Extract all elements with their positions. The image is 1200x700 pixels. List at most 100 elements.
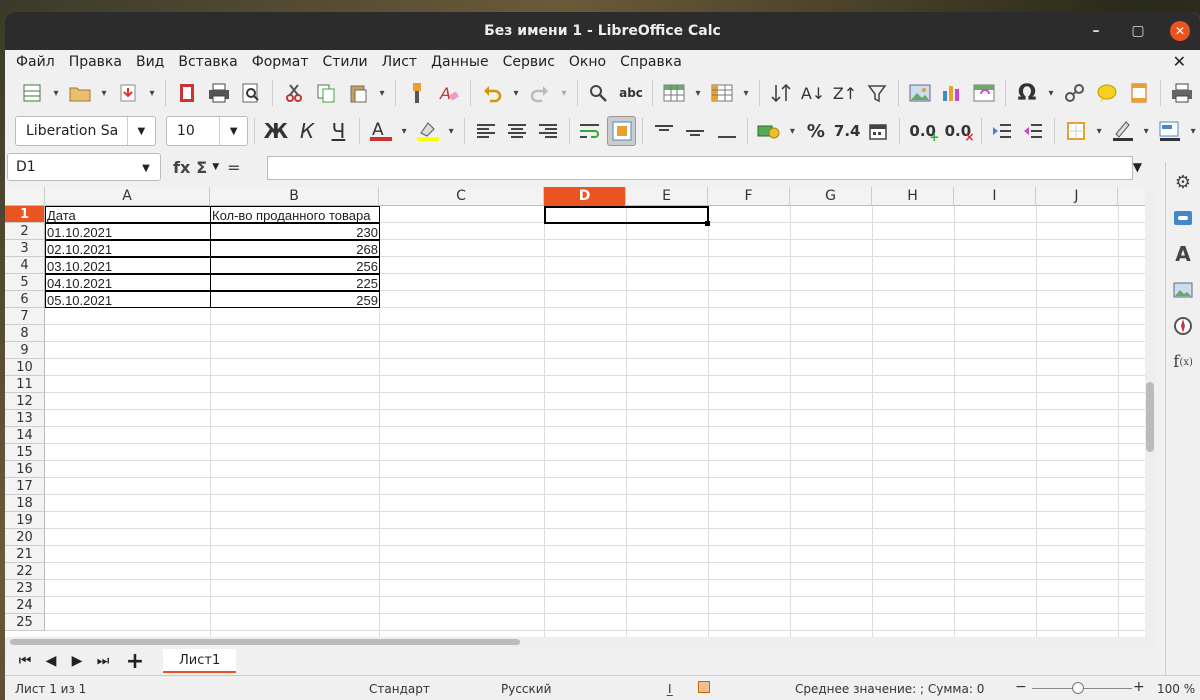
column-header-a[interactable]: A <box>45 187 210 206</box>
chevron-down-icon[interactable]: ▼ <box>126 117 155 145</box>
menu-view[interactable]: Вид <box>129 54 171 70</box>
cell-a5[interactable]: 04.10.2021 <box>45 274 211 291</box>
border-color-icon[interactable] <box>1108 116 1137 146</box>
zoom-level[interactable]: 100 % <box>1157 682 1195 696</box>
cell-b4[interactable]: 256 <box>210 257 380 274</box>
row-header-9[interactable]: 9 <box>5 342 45 359</box>
underline-button[interactable]: Ч <box>324 116 353 146</box>
row-header-2[interactable]: 2 <box>5 223 45 240</box>
chevron-down-icon[interactable]: ▾ <box>509 78 523 108</box>
gear-icon[interactable]: ⚙ <box>1169 168 1197 196</box>
chevron-down-icon[interactable]: ▾ <box>1092 116 1106 146</box>
comment-icon[interactable] <box>1092 78 1122 108</box>
maximize-button[interactable]: ▢ <box>1128 21 1148 41</box>
percent-button[interactable]: % <box>801 116 830 146</box>
spelling-icon[interactable]: abc <box>616 78 646 108</box>
sort-ascending-icon[interactable]: A↓ <box>798 78 828 108</box>
chevron-down-icon[interactable]: ▼ <box>132 154 160 182</box>
highlight-color-icon[interactable] <box>413 116 442 146</box>
chevron-down-icon[interactable]: ▼ <box>212 162 219 172</box>
font-name-box[interactable]: Liberation Sa ▼ <box>15 116 156 146</box>
cell-selection[interactable] <box>544 206 709 224</box>
delete-decimal-button[interactable]: 0.0 × <box>941 116 975 146</box>
fill-handle[interactable] <box>705 221 710 226</box>
sheet-tab-1[interactable]: Лист1 <box>163 649 237 673</box>
redo-icon[interactable] <box>525 78 555 108</box>
row-header-20[interactable]: 20 <box>5 529 45 546</box>
menu-data[interactable]: Данные <box>424 54 496 70</box>
zoom-slider-handle[interactable] <box>1072 682 1084 694</box>
align-middle-icon[interactable] <box>681 116 710 146</box>
currency-icon[interactable] <box>754 116 783 146</box>
cell-b1[interactable]: Кол-во проданного товара <box>210 206 380 223</box>
chevron-down-icon[interactable]: ▾ <box>375 78 389 108</box>
row-header-8[interactable]: 8 <box>5 325 45 342</box>
row-header-10[interactable]: 10 <box>5 359 45 376</box>
zoom-out-button[interactable]: − <box>1015 679 1027 695</box>
chevron-down-icon[interactable]: ▾ <box>49 78 63 108</box>
last-sheet-icon[interactable]: ⏭ <box>91 649 115 673</box>
column-header-i[interactable]: I <box>954 187 1036 206</box>
horizontal-scrollbar[interactable] <box>5 637 1155 647</box>
menu-sheet[interactable]: Лист <box>375 54 424 70</box>
column-header-b[interactable]: B <box>210 187 379 206</box>
chevron-down-icon[interactable]: ▾ <box>97 78 111 108</box>
insert-mode-icon[interactable]: I̲ <box>668 682 672 696</box>
insert-chart-icon[interactable] <box>937 78 967 108</box>
row-header-23[interactable]: 23 <box>5 580 45 597</box>
align-center-icon[interactable] <box>502 116 531 146</box>
sort-icon[interactable] <box>766 78 796 108</box>
save-icon[interactable] <box>113 78 143 108</box>
vertical-scroll-thumb[interactable] <box>1146 382 1154 452</box>
chevron-down-icon[interactable]: ▾ <box>739 78 753 108</box>
export-pdf-icon[interactable] <box>172 78 202 108</box>
date-format-icon[interactable] <box>864 116 893 146</box>
merge-center-icon[interactable] <box>607 116 637 146</box>
clone-formatting-icon[interactable] <box>402 78 432 108</box>
sum-button[interactable]: Σ <box>196 158 207 177</box>
insert-image-icon[interactable] <box>905 78 935 108</box>
gallery-icon[interactable] <box>1169 276 1197 304</box>
font-size-box[interactable]: 10 ▼ <box>165 116 249 146</box>
column-header-f[interactable]: F <box>708 187 790 206</box>
italic-button[interactable]: К <box>292 116 321 146</box>
chevron-down-icon[interactable]: ▾ <box>786 116 800 146</box>
name-box[interactable]: D1 ▼ <box>7 153 161 181</box>
cell-b3[interactable]: 268 <box>210 240 380 257</box>
chevron-down-icon[interactable]: ▼ <box>219 117 247 145</box>
decrease-indent-icon[interactable] <box>1019 116 1048 146</box>
font-color-icon[interactable]: A <box>366 116 395 146</box>
menu-help[interactable]: Справка <box>613 54 689 70</box>
cell-a1[interactable]: Дата <box>45 206 211 223</box>
chevron-down-icon[interactable]: ▾ <box>397 116 411 146</box>
row-header-3[interactable]: 3 <box>5 240 45 257</box>
print-icon[interactable] <box>204 78 234 108</box>
cell-a3[interactable]: 02.10.2021 <box>45 240 211 257</box>
menu-file[interactable]: Файл <box>9 54 62 70</box>
row-header-18[interactable]: 18 <box>5 495 45 512</box>
special-character-icon[interactable]: Ω <box>1012 78 1042 108</box>
column-header-d[interactable]: D <box>544 187 626 206</box>
row-header-1[interactable]: 1 <box>5 206 45 223</box>
autofilter-icon[interactable] <box>862 78 892 108</box>
conditional-format-icon[interactable] <box>1155 116 1184 146</box>
menu-edit[interactable]: Правка <box>62 54 129 70</box>
cell-b5[interactable]: 225 <box>210 274 380 291</box>
language[interactable]: Русский <box>501 682 551 696</box>
navigator-icon[interactable] <box>1169 312 1197 340</box>
row-header-4[interactable]: 4 <box>5 257 45 274</box>
chevron-down-icon[interactable]: ▾ <box>557 78 571 108</box>
prev-sheet-icon[interactable]: ◀ <box>39 649 63 673</box>
clear-formatting-icon[interactable]: A <box>434 78 464 108</box>
zoom-in-button[interactable]: + <box>1133 679 1145 695</box>
vertical-scrollbar[interactable] <box>1145 187 1155 637</box>
close-document-button[interactable]: ✕ <box>1173 52 1186 71</box>
column-header-h[interactable]: H <box>872 187 954 206</box>
column-icon[interactable] <box>707 78 737 108</box>
close-button[interactable]: ✕ <box>1170 21 1190 41</box>
cell-a4[interactable]: 03.10.2021 <box>45 257 211 274</box>
first-sheet-icon[interactable]: ⏮ <box>13 649 37 673</box>
column-header-c[interactable]: C <box>379 187 544 206</box>
page-style[interactable]: Стандарт <box>369 682 430 696</box>
borders-icon[interactable] <box>1061 116 1090 146</box>
